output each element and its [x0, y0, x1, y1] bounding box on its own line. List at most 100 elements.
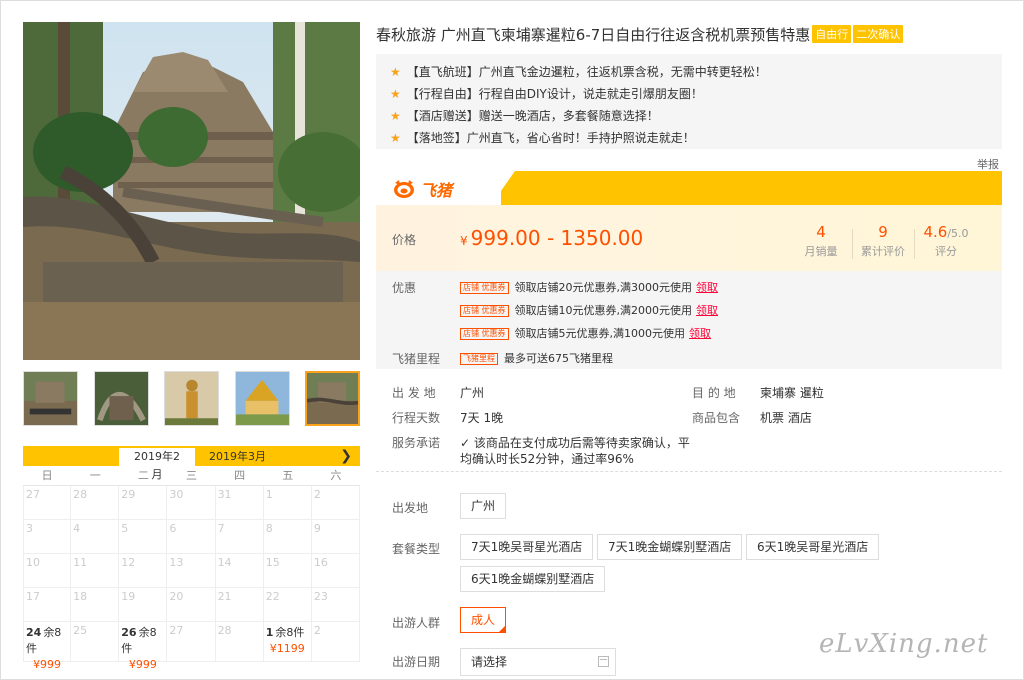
- calendar-day-number: 26: [121, 626, 137, 639]
- date-picker-input[interactable]: 请选择: [460, 648, 616, 676]
- calendar-grid: 27 28 29 30 31 1 2 3 4 5 6 7 8 9 10 11 1…: [23, 486, 360, 671]
- info-value: 柬埔寨 暹粒: [760, 386, 824, 400]
- feature-list: ★ 【直飞航班】广州直飞金边暹粒，往返机票含税，无需中转更轻松！ ★ 【行程自由】行…: [376, 54, 1002, 149]
- info-service: 服务承诺 ✓ 该商品在支付成功后需等待卖家确认，平: [392, 434, 690, 451]
- currency-symbol: ¥: [460, 234, 468, 248]
- info-value: 均确认时长52分钟，通过率96%: [460, 452, 634, 466]
- info-includes: 商品包含 机票 酒店: [692, 409, 812, 426]
- feature-text: 【直飞航班】广州直飞金边暹粒，往返机票含税，无需中转更轻松！: [406, 65, 767, 79]
- miles-badge: 飞猪里程: [460, 353, 498, 365]
- calendar-day-available[interactable]: 26 余8件 ¥999: [119, 622, 168, 671]
- claim-coupon-link[interactable]: 领取: [689, 327, 711, 340]
- package-option[interactable]: 7天1晚金蝴蝶别墅酒店: [597, 534, 743, 560]
- miles-label: 飞猪里程: [392, 352, 441, 366]
- calendar-day: 8: [263, 520, 312, 554]
- price-label: 价格: [392, 233, 417, 247]
- feature-text: 【落地签】广州直飞，省心省时！手持护照说走就走！: [406, 131, 695, 145]
- calendar-day: 17: [23, 588, 72, 622]
- fliggy-logo: 飞猪: [392, 177, 452, 201]
- package-option[interactable]: 7天1晚吴哥星光酒店: [460, 534, 594, 560]
- calendar-icon: [598, 656, 609, 667]
- price-range-value: 999.00 - 1350.00: [470, 226, 644, 250]
- product-title-text: 春秋旅游 广州直飞柬埔寨暹粒6-7日自由行往返含税机票预售特惠: [376, 26, 811, 44]
- stat-monthly-sales: 4 月销量: [791, 223, 851, 259]
- calendar-price: ¥999: [33, 658, 62, 671]
- stat-value: 4.6/5.0: [916, 223, 976, 241]
- calendar-month-tab[interactable]: 2019年3月: [199, 448, 276, 466]
- feature-item: ★ 【直飞航班】广州直飞金边暹粒，往返机票含税，无需中转更轻松！: [390, 62, 1002, 84]
- thumbnail[interactable]: [234, 371, 290, 426]
- weekday-label: 四: [234, 469, 246, 482]
- product-page: 2019年2月 2019年3月 ❯ 日 一 二 三 四 五 六 27 28 29…: [0, 0, 1024, 680]
- calendar-day: 13: [167, 554, 216, 588]
- calendar-day: 15: [263, 554, 312, 588]
- calendar-day: 18: [71, 588, 120, 622]
- package-option[interactable]: 6天1晚吴哥星光酒店: [746, 534, 880, 560]
- package-label: 套餐类型: [392, 542, 441, 556]
- calendar-day: 4: [71, 520, 120, 554]
- brand-bar-white-tip: [491, 171, 515, 205]
- info-duration: 行程天数 7天 1晚: [392, 409, 503, 426]
- coupon-text: 领取店铺10元优惠券,满2000元使用: [514, 304, 693, 317]
- calendar-day: 9: [311, 520, 360, 554]
- calendar-stock: 余8件: [275, 626, 305, 639]
- feature-text: 【酒店赠送】赠送一晚酒店，多套餐随意选择！: [406, 109, 659, 123]
- calendar-day: 1: [263, 486, 312, 520]
- calendar-day: 20: [167, 588, 216, 622]
- package-option[interactable]: 6天1晚金蝴蝶别墅酒店: [460, 566, 606, 592]
- calendar-day: 5: [119, 520, 168, 554]
- calendar-day: 28: [215, 622, 264, 662]
- thumbnail[interactable]: [23, 371, 78, 426]
- weekday-label: 日: [41, 469, 53, 482]
- stat-rating: 4.6/5.0 评分: [916, 223, 976, 259]
- coupon-row: 店铺 优惠券 领取店铺20元优惠券,满3000元使用 领取: [460, 279, 718, 295]
- calendar-day: 2: [311, 486, 360, 520]
- calendar-day: 27: [167, 622, 216, 662]
- info-value: 广州: [460, 386, 485, 400]
- stat-value: 4: [816, 223, 826, 241]
- coupon-badge: 店铺 优惠券: [460, 305, 509, 317]
- calendar-day: 19: [119, 588, 168, 622]
- calendar-day: 31: [215, 486, 264, 520]
- date-placeholder: 请选择: [471, 655, 508, 669]
- calendar-day-number: 1: [265, 626, 274, 639]
- calendar-price: ¥999: [128, 658, 157, 671]
- departure-option[interactable]: 广州: [460, 493, 507, 519]
- info-key: 出 发 地: [392, 386, 436, 400]
- calendar-day: 6: [167, 520, 216, 554]
- info-key: 行程天数: [392, 411, 441, 425]
- calendar-day-number: 24: [26, 626, 42, 639]
- product-title: 春秋旅游 广州直飞柬埔寨暹粒6-7日自由行往返含税机票预售特惠 自由行 二次确认: [376, 24, 904, 45]
- calendar-day: 21: [215, 588, 264, 622]
- stat-total-reviews[interactable]: 9 累计评价: [853, 223, 913, 259]
- calendar-day: 29: [119, 486, 168, 520]
- traveler-option-selected[interactable]: 成人: [460, 607, 507, 633]
- thumbnail[interactable]: [164, 371, 219, 426]
- coupon-row: 店铺 优惠券 领取店铺5元优惠券,满1000元使用 领取: [460, 325, 711, 341]
- calendar-month-tab-active[interactable]: 2019年2月: [119, 448, 195, 481]
- stat-label: 评分: [935, 245, 957, 258]
- claim-coupon-link[interactable]: 领取: [696, 304, 718, 317]
- rating-value: 4.6: [923, 223, 948, 241]
- thumbnail[interactable]: [93, 371, 149, 426]
- info-value: 7天 1晚: [460, 411, 504, 425]
- promotion-panel: 优惠 店铺 优惠券 领取店铺20元优惠券,满3000元使用 领取 店铺 优惠券 领取店…: [376, 271, 1002, 369]
- info-value: 该商品在支付成功后需等待卖家确认，平: [473, 436, 690, 450]
- thumbnail-selected[interactable]: [305, 371, 360, 426]
- brand-bar: 飞猪: [376, 171, 1002, 205]
- star-icon: ★: [390, 87, 401, 101]
- rating-max: /5.0: [947, 227, 969, 240]
- report-link[interactable]: 举报: [977, 156, 999, 172]
- feature-text: 【行程自由】行程自由DIY设计，说走就走引爆朋友圈！: [406, 87, 703, 101]
- calendar-weekdays: 日 一 二 三 四 五 六: [23, 466, 360, 486]
- calendar-day: 3: [23, 520, 72, 554]
- tag-badge: 自由行: [812, 25, 852, 43]
- star-icon: ★: [390, 65, 401, 79]
- feature-item: ★ 【落地签】广州直飞，省心省时！手持护照说走就走！: [390, 128, 1002, 150]
- calendar-day-available[interactable]: 24 余8件 ¥999: [23, 622, 72, 671]
- chevron-right-icon[interactable]: ❯: [340, 446, 352, 466]
- calendar-day-available[interactable]: 1 余8件 ¥1199: [263, 622, 312, 662]
- calendar-day: 25: [71, 622, 120, 662]
- main-product-image[interactable]: [23, 22, 360, 360]
- claim-coupon-link[interactable]: 领取: [696, 281, 718, 294]
